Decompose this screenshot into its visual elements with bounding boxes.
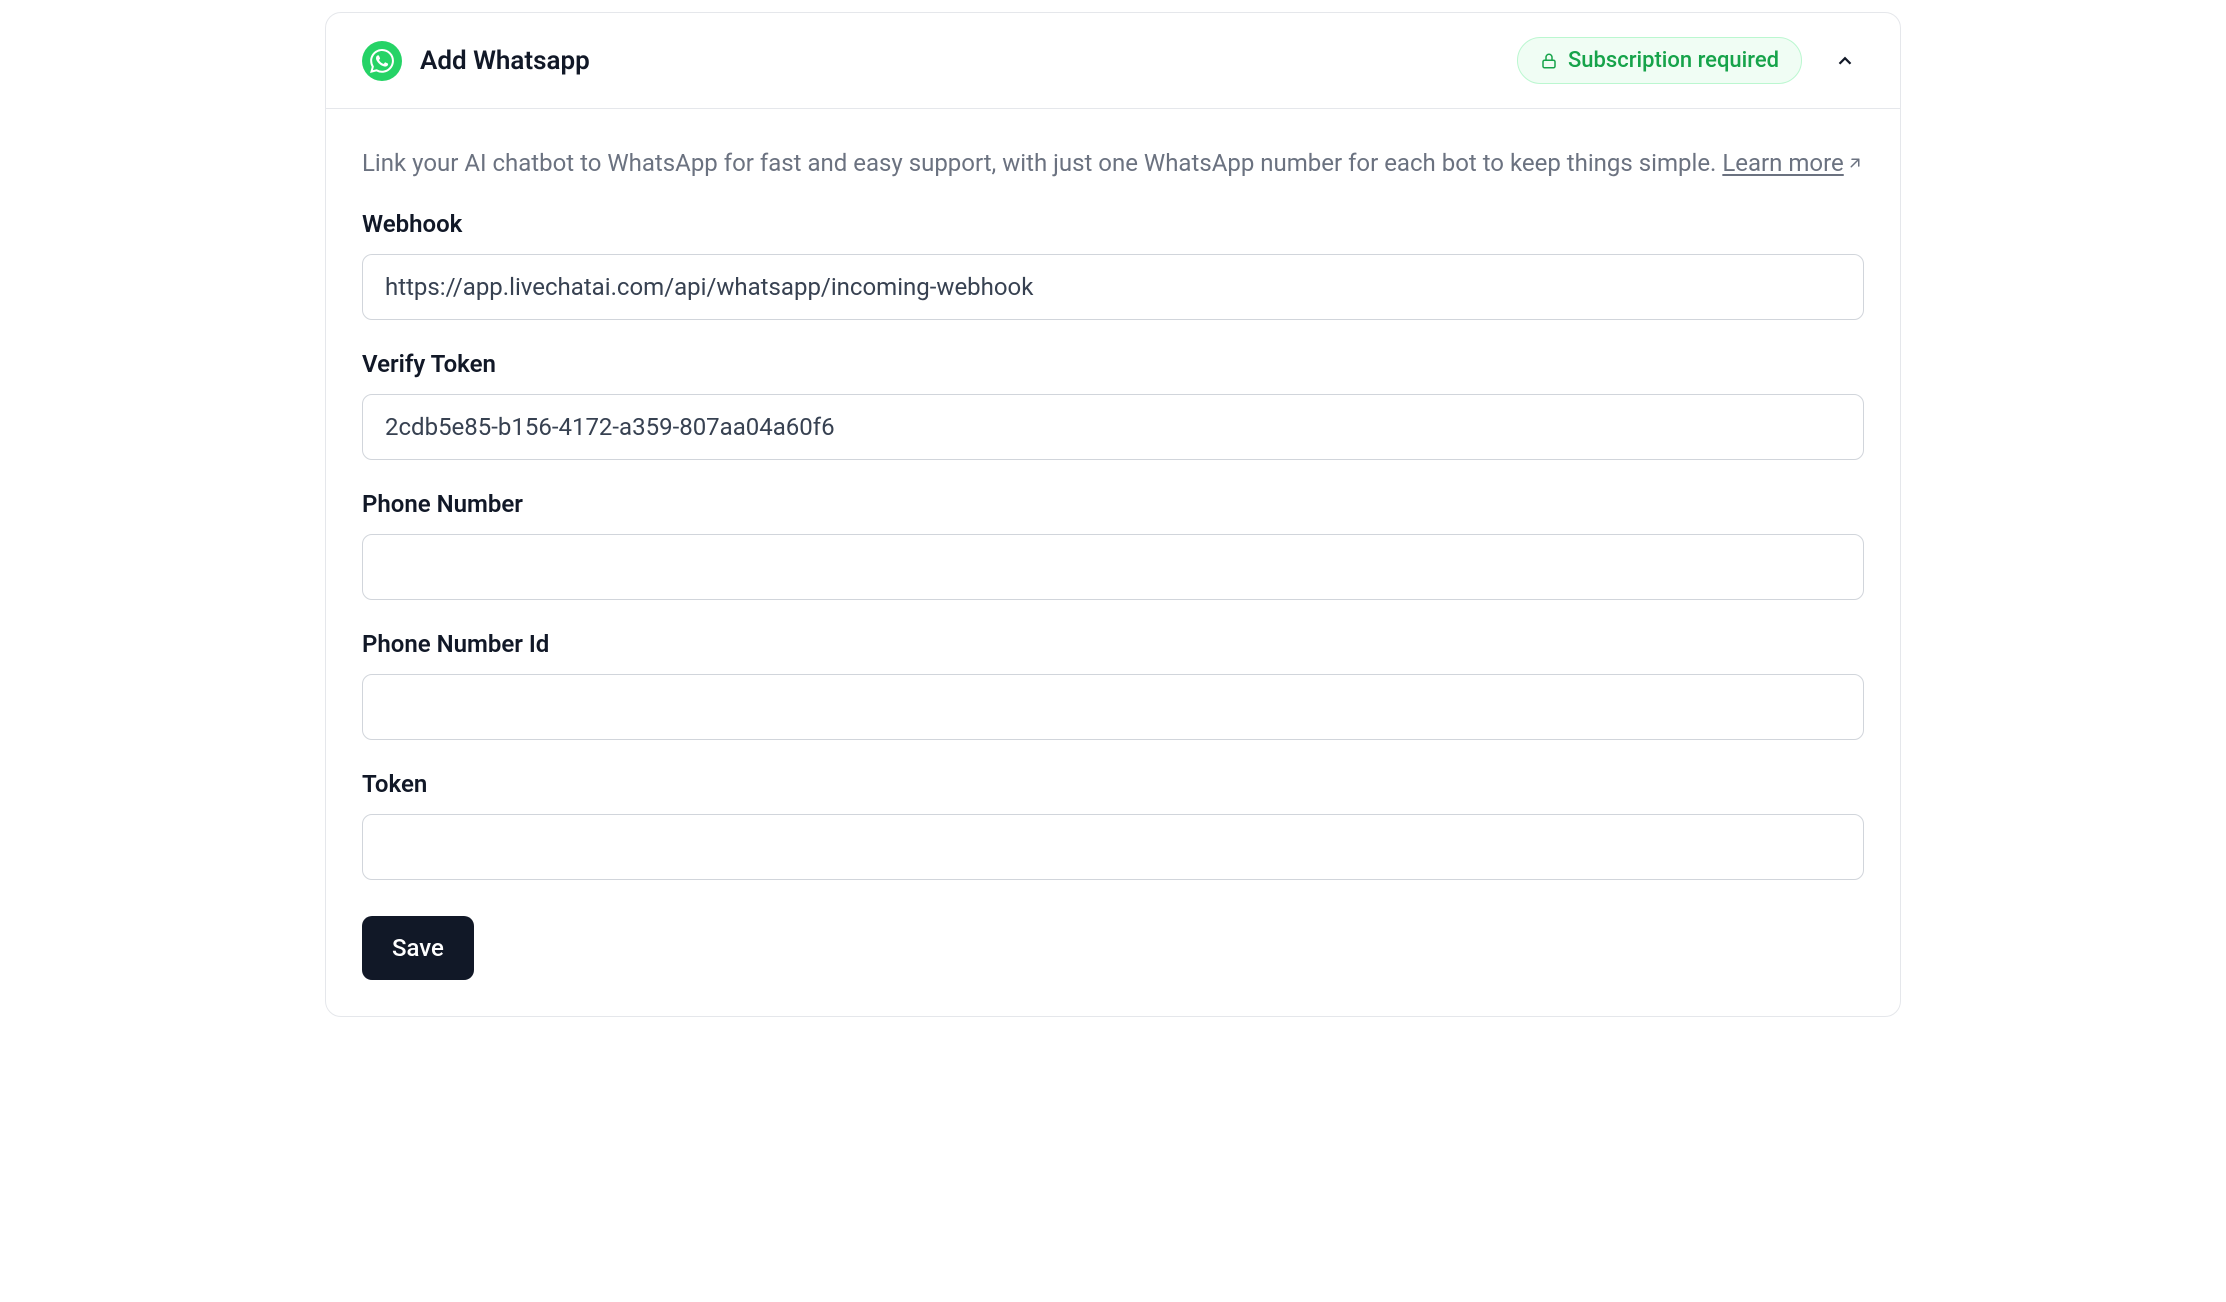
phone-number-group: Phone Number (362, 490, 1864, 600)
phone-number-id-input[interactable] (362, 674, 1864, 740)
phone-number-label: Phone Number (362, 490, 1864, 518)
verify-token-group: Verify Token (362, 350, 1864, 460)
panel-title: Add Whatsapp (420, 46, 590, 76)
header-right: Subscription required (1517, 37, 1864, 84)
webhook-label: Webhook (362, 210, 1864, 238)
learn-more-label: Learn more (1722, 149, 1843, 177)
whatsapp-icon (362, 41, 402, 81)
subscription-badge: Subscription required (1517, 37, 1802, 84)
webhook-group: Webhook (362, 210, 1864, 320)
panel-body: Link your AI chatbot to WhatsApp for fas… (326, 109, 1900, 1016)
token-group: Token (362, 770, 1864, 880)
learn-more-link[interactable]: Learn more (1722, 149, 1863, 177)
verify-token-label: Verify Token (362, 350, 1864, 378)
token-input[interactable] (362, 814, 1864, 880)
collapse-toggle-button[interactable] (1826, 42, 1864, 80)
webhook-input[interactable] (362, 254, 1864, 320)
external-link-icon (1846, 145, 1864, 182)
panel-description: Link your AI chatbot to WhatsApp for fas… (362, 145, 1864, 182)
save-button[interactable]: Save (362, 916, 474, 980)
chevron-up-icon (1834, 50, 1856, 72)
subscription-badge-label: Subscription required (1568, 48, 1779, 73)
whatsapp-integration-panel: Add Whatsapp Subscription required Link … (325, 12, 1901, 1017)
token-label: Token (362, 770, 1864, 798)
phone-number-id-group: Phone Number Id (362, 630, 1864, 740)
phone-number-id-label: Phone Number Id (362, 630, 1864, 658)
lock-icon (1540, 52, 1558, 70)
header-left: Add Whatsapp (362, 41, 590, 81)
phone-number-input[interactable] (362, 534, 1864, 600)
panel-header: Add Whatsapp Subscription required (326, 13, 1900, 109)
verify-token-input[interactable] (362, 394, 1864, 460)
description-text: Link your AI chatbot to WhatsApp for fas… (362, 149, 1722, 177)
